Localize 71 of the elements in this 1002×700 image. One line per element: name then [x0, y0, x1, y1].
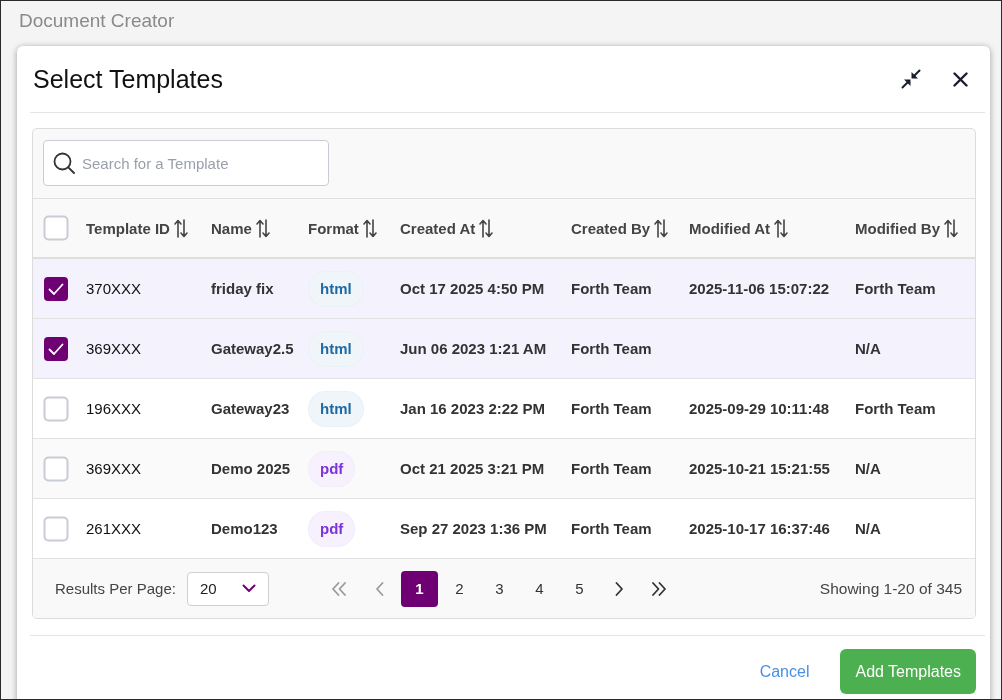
column-header[interactable]: Modified By: [855, 218, 958, 238]
results-per-page-label: Results Per Page:: [55, 580, 176, 597]
chevron-right-icon[interactable]: [614, 581, 624, 596]
table-cell: Forth Team: [855, 280, 936, 297]
sort-arrows-icon: [654, 218, 669, 238]
table-cell: Sep 27 2023 1:36 PM: [400, 520, 547, 537]
sort-arrows-icon: [774, 218, 789, 238]
column-header[interactable]: Template ID: [86, 218, 188, 238]
app-title: Document Creator: [19, 10, 175, 32]
double-chevron-right-icon[interactable]: [651, 581, 668, 596]
table-cell: 2025-10-21 15:21:55: [689, 460, 830, 477]
per-page-select[interactable]: 20: [186, 571, 269, 606]
format-tag: pdf: [308, 450, 356, 487]
checkbox[interactable]: [43, 395, 69, 422]
chevron-down-icon: [241, 584, 256, 593]
table-cell: Forth Team: [571, 460, 652, 477]
table-cell: Demo 2025: [211, 460, 291, 477]
format-tag: pdf: [308, 510, 356, 547]
table-cell: Forth Team: [571, 340, 652, 357]
table-cell: 2025-10-17 16:37:46: [689, 520, 830, 537]
column-header[interactable]: Modified At: [689, 218, 789, 238]
sort-arrows-icon: [255, 218, 270, 238]
table-cell: 2025-09-29 10:11:48: [689, 400, 830, 417]
search-field[interactable]: Search for a Template: [43, 140, 329, 186]
table-cell: Gateway23: [211, 400, 290, 417]
column-header[interactable]: Name: [211, 218, 270, 238]
format-tag: html: [308, 330, 364, 367]
checkbox[interactable]: [43, 455, 69, 482]
page-button[interactable]: 2: [440, 570, 478, 607]
inward-arrows-icon[interactable]: [901, 69, 921, 89]
page-button[interactable]: 4: [520, 570, 558, 607]
table-cell: Jun 06 2023 1:21 AM: [400, 340, 547, 357]
page-button[interactable]: 1: [400, 570, 438, 607]
table-cell: N/A: [855, 460, 881, 477]
checkbox[interactable]: [43, 515, 69, 542]
results-summary: Showing 1-20 of 345: [819, 579, 962, 598]
table-cell: 2025-11-06 15:07:22: [689, 280, 830, 297]
sort-arrows-icon: [944, 218, 958, 238]
column-header[interactable]: Format: [308, 218, 377, 238]
table-cell: N/A: [855, 340, 881, 357]
checkbox[interactable]: [43, 215, 69, 241]
table-cell: Demo123: [211, 520, 278, 537]
format-tag: html: [308, 390, 364, 427]
page-button[interactable]: 5: [560, 570, 598, 607]
sort-arrows-icon: [479, 218, 494, 238]
table-cell: 196XXX: [86, 400, 142, 417]
table-cell: Jan 16 2023 2:22 PM: [400, 400, 546, 417]
table-cell: Forth Team: [571, 520, 652, 537]
table-cell: 369XXX: [86, 460, 142, 477]
table-cell: friday fix: [211, 280, 274, 297]
table-cell: Oct 17 2025 4:50 PM: [400, 280, 545, 297]
dialog-title: Select Templates: [33, 64, 223, 94]
search-icon: [53, 152, 75, 174]
checkbox[interactable]: [43, 335, 69, 362]
table-cell: 369XXX: [86, 340, 142, 357]
table-cell: 370XXX: [86, 280, 142, 297]
table-cell: N/A: [855, 520, 881, 537]
table-cell: 261XXX: [86, 520, 142, 537]
table-cell: Forth Team: [571, 280, 652, 297]
table-cell: Forth Team: [571, 400, 652, 417]
checkbox[interactable]: [43, 275, 69, 302]
sort-arrows-icon: [173, 218, 188, 238]
page-button[interactable]: 3: [480, 570, 518, 607]
sort-arrows-icon: [362, 218, 377, 238]
column-header[interactable]: Created By: [571, 218, 669, 238]
table-cell: Oct 21 2025 3:21 PM: [400, 460, 545, 477]
format-tag: html: [308, 270, 364, 307]
table-cell: Forth Team: [855, 400, 936, 417]
column-header[interactable]: Created At: [400, 218, 494, 238]
table-cell: Gateway2.5: [211, 340, 294, 357]
close-icon[interactable]: [953, 71, 968, 87]
